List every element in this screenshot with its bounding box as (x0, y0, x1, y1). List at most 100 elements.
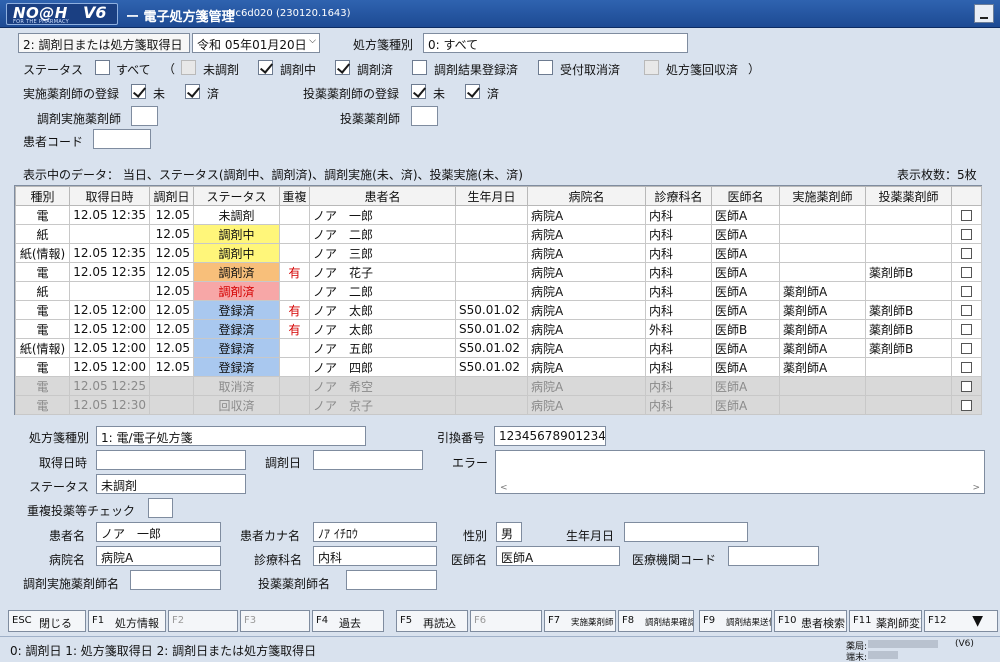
row-select-checkbox[interactable] (961, 381, 972, 392)
column-header[interactable]: 医師名 (711, 186, 780, 206)
row-select-checkbox[interactable] (961, 343, 972, 354)
detail-status-field[interactable]: 未調剤 (96, 474, 246, 494)
cell-date (149, 395, 194, 415)
column-header[interactable]: 種別 (15, 186, 70, 206)
impl-pharmacist-field[interactable] (131, 106, 158, 126)
date-mode-select[interactable]: 2: 調剤日または処方箋取得日 (18, 33, 190, 53)
row-select-checkbox[interactable] (961, 210, 972, 221)
status-checkbox-cancelled[interactable] (538, 60, 553, 75)
fkey-f11-button[interactable]: F11 薬剤師変更 (849, 610, 922, 632)
table-row[interactable]: 紙(情報) 12.05 12:00 12.05 登録済 ノア 五郎 S50.01.02 病院… (15, 338, 982, 358)
fkey-f7-button[interactable]: F7 実施薬剤師 (544, 610, 616, 632)
scroll-right-icon[interactable]: > (972, 483, 980, 493)
cell-dup: 有 (279, 262, 310, 282)
detail-rx-type-field[interactable]: 1: 電/電子処方箋 (96, 426, 366, 446)
date-picker[interactable]: 令和 05年01月20日 ⌵ (192, 33, 320, 53)
impl-pharmacist-label: 調剤実施薬剤師 (37, 112, 122, 126)
admin-sumi-checkbox[interactable] (465, 84, 480, 99)
scroll-left-icon[interactable]: < (500, 483, 508, 493)
table-row[interactable]: 紙 12.05 調剤中 ノア 二郎 病院A 内科 医師A (15, 224, 982, 244)
fkey-f8-button[interactable]: F8 調剤結果確認 (618, 610, 694, 632)
rx-type-field[interactable]: 0: すべて (423, 33, 688, 53)
table-row[interactable]: 電 12.05 12:35 12.05 調剤済有ノア 花子 病院A 内科 医師A 薬剤師B (15, 262, 982, 282)
detail-patient-kana-field[interactable]: ﾉｱ ｲﾁﾛｳ (313, 522, 437, 542)
column-header[interactable]: 投薬薬剤師 (865, 186, 952, 206)
fkey-f2-button[interactable]: F2 (168, 610, 238, 632)
detail-acquired-field[interactable] (96, 450, 246, 470)
column-header[interactable]: 重複 (279, 186, 310, 206)
row-select-checkbox[interactable] (961, 248, 972, 259)
table-row[interactable]: 電 12.05 12:00 12.05 登録済 ノア 四郎 S50.01.02 病院A 内科医… (15, 357, 982, 377)
impl-sumi-checkbox[interactable] (185, 84, 200, 99)
column-header[interactable]: ステータス (193, 186, 280, 206)
table-row[interactable]: 紙 12.05 調剤済 ノア 二郎 病院A 内科 医師A 薬剤師A (15, 281, 982, 301)
cell-doctor: 医師A (711, 243, 780, 263)
dup-check-field[interactable] (148, 498, 173, 518)
status-checkbox-mi[interactable] (181, 60, 196, 75)
row-select-checkbox[interactable] (961, 305, 972, 316)
column-header[interactable]: 取得日時 (69, 186, 150, 206)
status-checkbox-chozaizumi[interactable] (335, 60, 350, 75)
detail-doctor-field[interactable]: 医師A (496, 546, 620, 566)
fkey-esc-button[interactable]: ESC 閉じる (8, 610, 86, 632)
fkey-f4-button[interactable]: F4 過去 (312, 610, 384, 632)
cell-dept: 内科 (645, 281, 712, 301)
table-row[interactable]: 電 12.05 12:30 回収済 ノア 京子 病院A 内科 医師A (15, 395, 982, 415)
fkey-key: F3 (244, 615, 257, 626)
row-select-checkbox[interactable] (961, 286, 972, 297)
column-header[interactable]: 実施薬剤師 (779, 186, 866, 206)
detail-hospital-field[interactable]: 病院A (96, 546, 221, 566)
cell-date (149, 376, 194, 396)
prescription-table: 種別 取得日時 調剤日 ステータス 重複 患者名 生年月日 病院名 診療科名 医師名 実施薬剤師 投薬… (15, 186, 982, 415)
status-checkbox-collected[interactable] (644, 60, 659, 75)
column-header[interactable]: 患者名 (309, 186, 456, 206)
row-select-checkbox[interactable] (961, 229, 972, 240)
row-select-checkbox[interactable] (961, 400, 972, 411)
fkey-f12-button[interactable]: F12 ▼ (924, 610, 998, 632)
error-textarea[interactable]: < > (495, 450, 985, 494)
exchange-no-field[interactable]: 1234567890123455 (494, 426, 606, 446)
detail-sex-field[interactable]: 男 (496, 522, 522, 542)
fkey-f3-button[interactable]: F3 (240, 610, 310, 632)
row-select-checkbox[interactable] (961, 362, 972, 373)
status-checkbox-chozaichu[interactable] (258, 60, 273, 75)
fkey-f10-button[interactable]: F10 患者検索 (774, 610, 847, 632)
fkey-f9-button[interactable]: F9 調剤結果送信 (699, 610, 772, 632)
column-header[interactable]: 病院名 (527, 186, 646, 206)
detail-patient-name-field[interactable]: ノア 一郎 (96, 522, 221, 542)
cell-patient: ノア 四郎 (309, 357, 456, 377)
column-header[interactable]: 調剤日 (149, 186, 194, 206)
table-row[interactable]: 電 12.05 12:25 取消済 ノア 希空 病院A 内科 医師A (15, 376, 982, 396)
patient-code-field[interactable] (93, 129, 151, 149)
paren-close: ） (748, 62, 761, 76)
detail-dept-field[interactable]: 内科 (313, 546, 437, 566)
inst-code-field[interactable] (728, 546, 819, 566)
table-row[interactable]: 電 12.05 12:00 12.05 登録済有ノア 太郎 S50.01.02 病院A 内科… (15, 300, 982, 320)
detail-impl-pharm-field[interactable] (130, 570, 221, 590)
row-select-cell (951, 357, 982, 377)
fkey-label: 薬剤師変更 (876, 617, 921, 630)
admin-pharmacist-field[interactable] (411, 106, 438, 126)
detail-birth-field[interactable] (624, 522, 748, 542)
column-header[interactable]: 生年月日 (455, 186, 528, 206)
fkey-f6-button[interactable]: F6 (470, 610, 542, 632)
status-all-checkbox[interactable] (95, 60, 110, 75)
status-checkbox-result-registered[interactable] (412, 60, 427, 75)
minimize-button[interactable] (974, 4, 994, 23)
row-select-checkbox[interactable] (961, 267, 972, 278)
fkey-f5-button[interactable]: F5 再読込 (396, 610, 468, 632)
admin-mi-label: 未 (433, 87, 446, 101)
prescription-grid[interactable]: 種別 取得日時 調剤日 ステータス 重複 患者名 生年月日 病院名 診療科名 医師名 実施薬剤師 投薬… (14, 185, 982, 415)
column-header[interactable]: 診療科名 (645, 186, 712, 206)
impl-mi-checkbox[interactable] (131, 84, 146, 99)
cell-dup: 有 (279, 300, 310, 320)
table-row[interactable]: 電 12.05 12:00 12.05 登録済有ノア 太郎 S50.01.02 病院A 外科… (15, 319, 982, 339)
row-select-checkbox[interactable] (961, 324, 972, 335)
table-row[interactable]: 電 12.05 12:35 12.05 未調剤 ノア 一郎 病院A 内科 医師A (15, 205, 982, 225)
table-row[interactable]: 紙(情報) 12.05 12:35 12.05 調剤中 ノア 三郎 病院A 内科 医師A (15, 243, 982, 263)
detail-dispense-date-field[interactable] (313, 450, 423, 470)
detail-admin-pharm-field[interactable] (346, 570, 437, 590)
admin-mi-checkbox[interactable] (411, 84, 426, 99)
fkey-f1-button[interactable]: F1 処方情報 (88, 610, 166, 632)
status-label: ステータス (23, 63, 84, 77)
